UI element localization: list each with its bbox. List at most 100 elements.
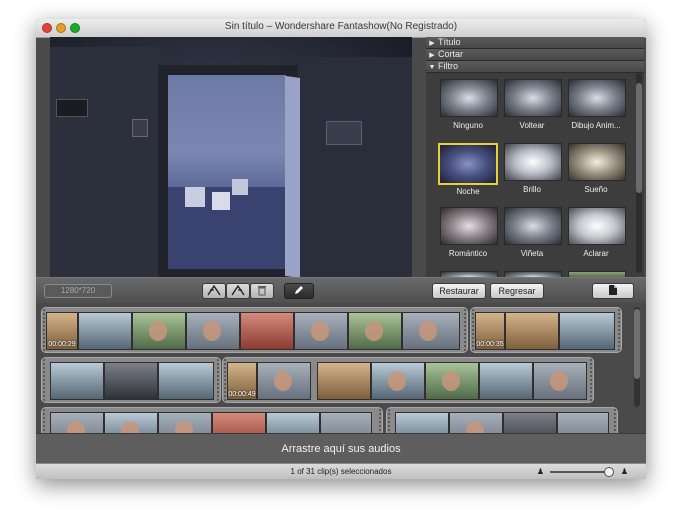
clip-thumbnail[interactable] bbox=[50, 362, 104, 400]
crop-right-button[interactable] bbox=[226, 283, 250, 299]
zoom-slider[interactable] bbox=[550, 471, 610, 473]
filter-romantic[interactable]: Romántico bbox=[438, 207, 498, 263]
filter-cartoon[interactable]: Dibujo Anim... bbox=[566, 79, 626, 135]
filter-label: Romántico bbox=[448, 249, 488, 258]
clip-thumbnail[interactable] bbox=[479, 362, 533, 400]
filter-label: Brillo bbox=[523, 185, 541, 194]
preview-door-leaf bbox=[285, 75, 301, 277]
edit-toolbar: 1280*720 Restaurar Regresar bbox=[36, 277, 646, 305]
clip-thumbnail[interactable]: 00:00:35 bbox=[475, 312, 505, 350]
clip-thumbnail[interactable] bbox=[533, 362, 587, 400]
clip-thumbnail[interactable] bbox=[503, 412, 557, 433]
edit-button[interactable] bbox=[284, 283, 314, 299]
clip-face bbox=[175, 421, 193, 433]
clip-thumbnail[interactable] bbox=[104, 362, 158, 400]
clip-group[interactable]: 00:00:35 bbox=[470, 307, 622, 353]
filter-flip[interactable]: Voltear bbox=[502, 79, 562, 135]
filter-vignette[interactable]: Viñeta bbox=[502, 207, 562, 263]
preview-wall-left bbox=[50, 47, 160, 277]
filter-label: Dibujo Anim... bbox=[571, 121, 621, 130]
video-preview[interactable] bbox=[50, 37, 412, 277]
filter-none[interactable]: Ninguno bbox=[438, 79, 498, 135]
filter-dream[interactable]: Sueño bbox=[566, 143, 626, 199]
clip-thumbnail[interactable] bbox=[50, 412, 104, 433]
clip-thumbnail[interactable] bbox=[320, 412, 372, 433]
filter-thumbnail bbox=[568, 79, 626, 117]
timeline-scrollbar[interactable] bbox=[634, 307, 640, 407]
strip-perforation bbox=[216, 358, 220, 402]
clip-thumbnail[interactable] bbox=[402, 312, 460, 350]
clip-thumbnail[interactable] bbox=[317, 362, 371, 400]
pencil-icon bbox=[295, 286, 303, 294]
scrollbar-knob[interactable] bbox=[636, 83, 642, 193]
scrollbar-knob[interactable] bbox=[634, 309, 640, 379]
window-title: Sin título – Wondershare Fantashow(No Re… bbox=[224, 21, 458, 32]
strip-perforation bbox=[589, 358, 593, 402]
exit-sign bbox=[56, 99, 88, 117]
clip-thumbnail[interactable] bbox=[395, 412, 449, 433]
clip-thumbnail[interactable]: 00:00:29 bbox=[46, 312, 78, 350]
zoom-in-icon[interactable]: ♟ bbox=[620, 467, 629, 476]
clip-thumbnail[interactable] bbox=[212, 412, 266, 433]
strip-perforation bbox=[42, 408, 46, 433]
wall-logo bbox=[326, 121, 362, 145]
delete-button[interactable] bbox=[250, 283, 274, 299]
filter-scrollbar[interactable] bbox=[636, 73, 642, 273]
section-label: Título bbox=[438, 37, 461, 47]
section-filter[interactable]: ▼ Filtro bbox=[426, 61, 644, 73]
clip-thumbnail[interactable] bbox=[557, 412, 609, 433]
filter-night[interactable]: Noche bbox=[438, 143, 498, 199]
audio-drop-zone[interactable]: Arrastre aquí sus audios bbox=[36, 433, 646, 464]
clip-thumbnail[interactable] bbox=[266, 412, 320, 433]
filter-label: Aclarar bbox=[583, 249, 609, 258]
back-button[interactable]: Regresar bbox=[490, 283, 544, 299]
crop-left-icon bbox=[207, 284, 221, 296]
restore-button[interactable]: Restaurar bbox=[432, 283, 486, 299]
clip-face bbox=[466, 421, 484, 433]
clip-thumbnail[interactable] bbox=[449, 412, 503, 433]
storyboard-timeline[interactable]: 00:00:29 00:00:35 00:00:49 bbox=[36, 303, 646, 433]
filter-thumbnail bbox=[568, 143, 626, 181]
strip-perforation bbox=[42, 358, 46, 402]
clip-face bbox=[419, 321, 437, 341]
clip-thumbnail[interactable] bbox=[294, 312, 348, 350]
clip-thumbnail[interactable] bbox=[240, 312, 294, 350]
clip-thumbnail[interactable] bbox=[559, 312, 615, 350]
clip-face bbox=[311, 321, 329, 341]
clip-thumbnail[interactable] bbox=[158, 362, 214, 400]
filter-lighten[interactable]: Aclarar bbox=[566, 207, 626, 263]
zoom-slider-knob[interactable] bbox=[604, 467, 614, 477]
clip-thumbnail[interactable] bbox=[158, 412, 212, 433]
clip-thumbnail[interactable] bbox=[371, 362, 425, 400]
clip-thumbnail[interactable] bbox=[348, 312, 402, 350]
export-button[interactable] bbox=[592, 283, 634, 299]
clip-thumbnail[interactable] bbox=[78, 312, 132, 350]
preview-cube bbox=[232, 179, 248, 195]
clip-group[interactable]: 00:00:49 bbox=[222, 357, 594, 403]
zoom-out-icon[interactable]: ♟ bbox=[536, 467, 545, 476]
clip-thumbnail[interactable] bbox=[104, 412, 158, 433]
clip-group[interactable] bbox=[41, 407, 383, 433]
clip-thumbnail[interactable] bbox=[257, 362, 311, 400]
clip-group[interactable]: 00:00:29 bbox=[41, 307, 468, 353]
effects-panel: ▶ Título ▶ Cortar ▼ Filtro Ninguno Voltear … bbox=[426, 37, 644, 277]
strip-perforation bbox=[387, 408, 391, 433]
crop-left-button[interactable] bbox=[202, 283, 226, 299]
clip-thumbnail[interactable] bbox=[186, 312, 240, 350]
clip-face bbox=[274, 371, 292, 391]
disclosure-right-icon: ▶ bbox=[429, 40, 435, 47]
clip-thumbnail[interactable] bbox=[425, 362, 479, 400]
section-cut[interactable]: ▶ Cortar bbox=[426, 49, 644, 61]
strip-perforation bbox=[463, 308, 467, 352]
clip-thumbnail[interactable]: 00:00:49 bbox=[227, 362, 257, 400]
section-title[interactable]: ▶ Título bbox=[426, 37, 644, 49]
strip-perforation bbox=[378, 408, 382, 433]
clip-group[interactable] bbox=[386, 407, 618, 433]
clip-thumbnail[interactable] bbox=[505, 312, 559, 350]
disclosure-down-icon: ▼ bbox=[428, 64, 436, 71]
status-bar: 1 of 31 clip(s) seleccionados ♟ ♟ bbox=[36, 463, 646, 479]
app-window: Sin título – Wondershare Fantashow(No Re… bbox=[36, 19, 646, 479]
filter-brightness[interactable]: Brillo bbox=[502, 143, 562, 199]
clip-thumbnail[interactable] bbox=[132, 312, 186, 350]
clip-group[interactable] bbox=[41, 357, 221, 403]
